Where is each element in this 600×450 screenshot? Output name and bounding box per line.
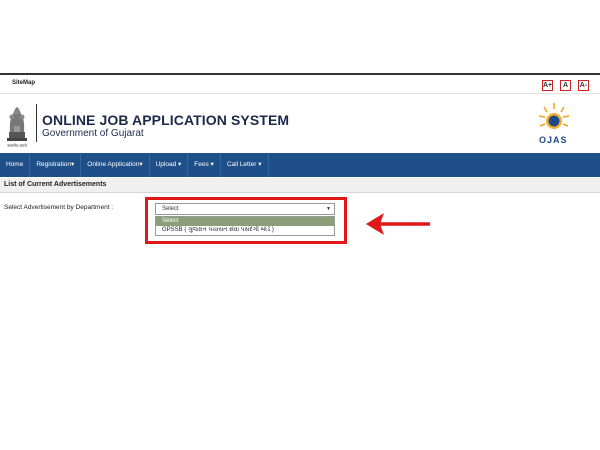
department-select[interactable]: Select ▼ (155, 203, 335, 215)
department-options-list: Select GPSSB ( ગુજરાત પંચાયત સેવા પસંદગી… (155, 216, 335, 236)
page: SiteMap A+ A A- सत्यमेव जयते ONLINE JOB … (0, 0, 600, 450)
main-nav: Home Registration▾ Online Application▾ U… (0, 153, 600, 177)
state-emblem-icon (7, 107, 27, 141)
top-rule (0, 73, 600, 75)
chevron-down-icon: ▼ (326, 206, 331, 212)
section-header: List of Current Advertisements (0, 178, 600, 193)
site-title: ONLINE JOB APPLICATION SYSTEM (42, 112, 290, 128)
font-normal-button[interactable]: A (560, 80, 571, 91)
font-decrease-button[interactable]: A- (578, 80, 589, 91)
department-select-label: Select Advertisement by Department : (4, 204, 114, 211)
option-gpssb[interactable]: GPSSB ( ગુજરાત પંચાયત સેવા પસંદગી બોર્ડ … (156, 226, 334, 235)
header-divider (36, 104, 37, 142)
nav-home[interactable]: Home (0, 153, 31, 177)
nav-upload[interactable]: Upload ▾ (150, 153, 189, 177)
font-size-controls: A+ A A- (542, 80, 589, 91)
emblem-caption: सत्यमेव जयते (7, 143, 27, 148)
ojas-logo[interactable]: OJAS (536, 101, 572, 149)
nav-fees[interactable]: Fees ▾ (188, 153, 221, 177)
red-arrow-icon (366, 213, 430, 235)
section-title: List of Current Advertisements (4, 181, 107, 188)
nav-registration[interactable]: Registration▾ (30, 153, 82, 177)
font-increase-button[interactable]: A+ (542, 80, 553, 91)
sitemap-link[interactable]: SiteMap (12, 80, 35, 86)
nav-call-letter[interactable]: Call Letter ▾ (221, 153, 269, 177)
site-header: सत्यमेव जयते ONLINE JOB APPLICATION SYST… (0, 95, 600, 153)
nav-online-application[interactable]: Online Application▾ (81, 153, 150, 177)
ojas-sun-icon (538, 103, 570, 129)
option-select[interactable]: Select (156, 217, 334, 226)
ojas-logo-text: OJAS (539, 135, 568, 145)
department-select-value: Select (162, 206, 179, 212)
site-subtitle: Government of Gujarat (42, 128, 144, 139)
utility-bar: SiteMap A+ A A- (0, 76, 600, 94)
